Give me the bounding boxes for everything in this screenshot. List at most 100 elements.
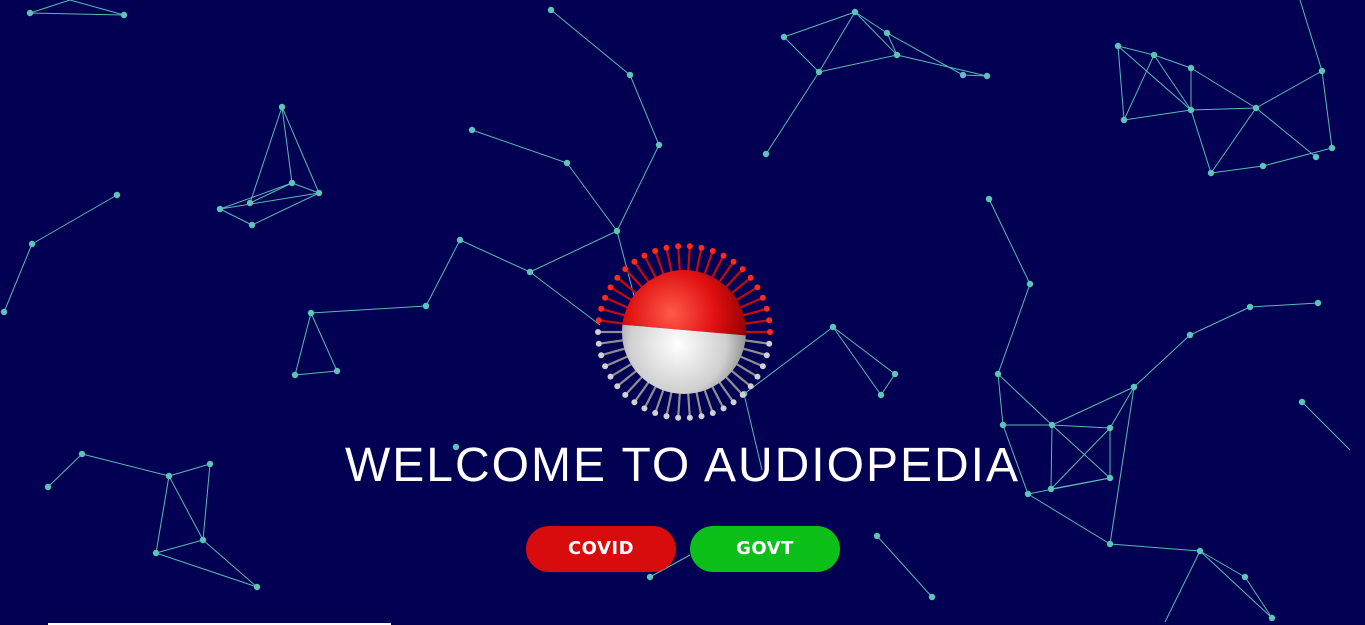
network-link (1299, 0, 1323, 72)
network-node (422, 302, 430, 310)
network-node (1114, 42, 1122, 50)
network-node (1186, 331, 1194, 339)
network-node (113, 191, 121, 199)
virus-spike-tip (767, 329, 773, 335)
virus-spike (686, 246, 691, 275)
network-node (1241, 573, 1249, 581)
virus-spike (709, 255, 725, 282)
virus-spike-tip (730, 399, 737, 406)
network-node (994, 370, 1002, 378)
network-node (851, 8, 859, 16)
network-link (155, 539, 204, 554)
virus-spike-tip (614, 383, 621, 390)
network-node (1314, 299, 1322, 307)
virus-spike-tip (720, 405, 727, 412)
virus-spike-tip (652, 247, 659, 254)
virus-spike-tip (614, 274, 621, 281)
virus-spike (600, 307, 629, 318)
network-link (31, 194, 118, 245)
network-node (1048, 421, 1056, 429)
network-node (1298, 398, 1306, 406)
virus-spike (677, 246, 682, 275)
virus-spike-tip (686, 414, 693, 421)
network-link (529, 271, 601, 326)
govt-button[interactable]: GOVT (690, 526, 840, 572)
network-node (1026, 280, 1034, 288)
virus-spike-tip (709, 410, 716, 417)
network-node (246, 199, 254, 207)
network-node (563, 159, 571, 167)
virus-spike (702, 250, 714, 278)
virus-spike (709, 382, 725, 409)
virus-spike (665, 388, 674, 417)
network-link (997, 283, 1031, 375)
network-link (1190, 67, 1257, 109)
network-link (249, 182, 293, 204)
network-link (1123, 109, 1192, 121)
network-link (1189, 306, 1251, 336)
network-link (1244, 576, 1273, 619)
network-node (762, 150, 770, 158)
network-link (1190, 109, 1212, 174)
network-link (880, 373, 896, 396)
network-node (1246, 303, 1254, 311)
virus-spike (604, 296, 632, 310)
virus-spike (741, 338, 770, 345)
virus-spike-tip (652, 410, 659, 417)
network-link (310, 312, 338, 372)
network-node (315, 189, 323, 197)
network-link (1255, 70, 1323, 109)
virus-spike (694, 388, 703, 417)
network-node (1207, 169, 1215, 177)
network-link (896, 54, 988, 77)
virus-spike-tip (631, 399, 638, 406)
network-node (199, 536, 207, 544)
network-node (928, 593, 936, 601)
network-node (1268, 614, 1276, 622)
network-link (1190, 107, 1257, 111)
network-node (1187, 106, 1195, 114)
network-node (1120, 116, 1128, 124)
virus-spike-tip (763, 352, 770, 359)
network-link (1262, 147, 1333, 167)
virus-spike-tip (602, 294, 609, 301)
covid-button[interactable]: COVID (526, 526, 676, 572)
network-node (28, 240, 36, 248)
network-node (983, 72, 991, 80)
network-node (152, 549, 160, 557)
network-link (1210, 165, 1264, 174)
virus-spike (702, 386, 714, 414)
network-node (626, 71, 634, 79)
virus-spike (665, 247, 674, 276)
virus-spike-tip (607, 373, 614, 380)
virus-spike (600, 346, 629, 357)
network-node (1318, 67, 1326, 75)
network-node (248, 221, 256, 229)
virus-spike-tip (747, 383, 754, 390)
network-link (219, 208, 253, 226)
network-link (616, 144, 660, 232)
virus-spike-tip (686, 243, 693, 250)
network-node (883, 29, 891, 37)
network-node (307, 309, 315, 317)
hero-section: WELCOME TO AUDIOPEDIA COVID GOVT (0, 0, 1365, 625)
network-node (891, 370, 899, 378)
network-node (216, 205, 224, 213)
network-node (253, 583, 261, 591)
network-node (120, 11, 128, 19)
network-node (1130, 383, 1138, 391)
network-link (832, 326, 896, 375)
network-node (655, 141, 663, 149)
virus-spike-tip (739, 266, 746, 273)
virus-spike-tip (595, 329, 601, 335)
network-link (783, 36, 820, 73)
network-link (1109, 543, 1201, 552)
network-node (1252, 104, 1260, 112)
virus-spike-tip (759, 363, 766, 370)
network-node (1196, 547, 1204, 555)
network-link (1199, 550, 1273, 619)
virus-spike-tip (698, 413, 705, 420)
virus-spike-tip (598, 352, 605, 359)
virus-spike-tip (720, 252, 727, 259)
virus-spike-tip (595, 317, 602, 324)
